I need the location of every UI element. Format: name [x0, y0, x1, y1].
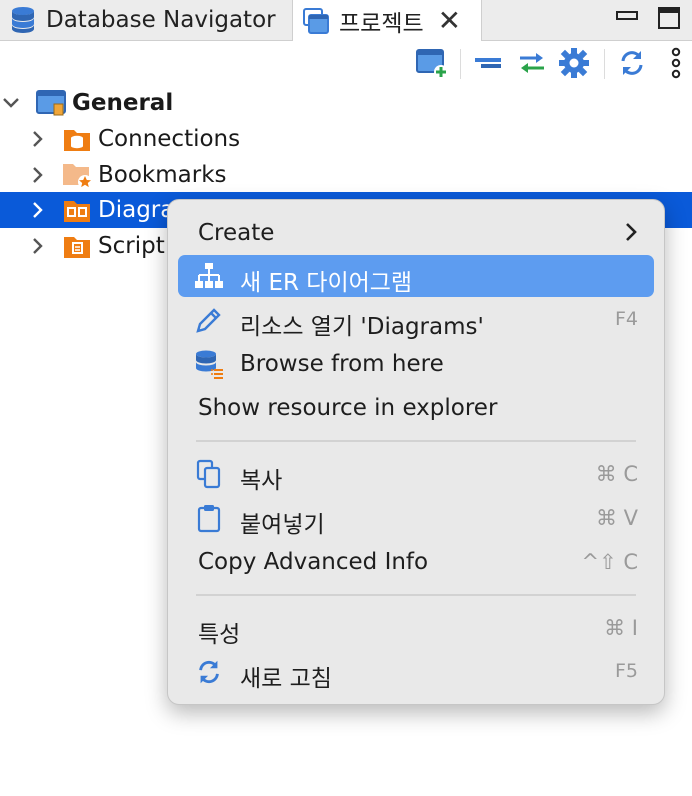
menu-item-shortcut: ^⇧ C — [581, 550, 638, 574]
tree-item-label: Connections — [98, 126, 241, 152]
menu-item-label: 복사 — [240, 468, 283, 494]
connections-folder-icon — [62, 124, 92, 154]
chevron-down-icon[interactable] — [1, 93, 21, 113]
menu-item-open-resource[interactable]: 리소스 열기 'Diagrams' F4 — [178, 299, 654, 341]
tree-item-label: Bookmarks — [98, 162, 227, 188]
project-icon — [36, 88, 66, 118]
menu-item-label: Show resource in explorer — [198, 395, 498, 421]
collapse-all-icon — [475, 58, 501, 68]
more-vertical-icon — [671, 47, 681, 79]
menu-item-label: Copy Advanced Info — [198, 549, 429, 575]
chevron-right-icon[interactable] — [28, 129, 48, 149]
configure-button[interactable] — [556, 45, 592, 81]
menu-item-browse-from-here[interactable]: Browse from here — [178, 343, 654, 385]
chevron-right-icon[interactable] — [28, 236, 48, 256]
menu-item-shortcut: ⌘ I — [604, 616, 638, 640]
refresh-button[interactable] — [614, 45, 650, 81]
menu-item-refresh[interactable]: 새로 고침 F5 — [178, 651, 654, 693]
tab-database-navigator[interactable]: Database Navigator — [0, 0, 290, 40]
refresh-icon — [194, 657, 224, 687]
tree-item-label: Diagra — [98, 197, 175, 223]
menu-item-label: 새로 고침 — [240, 666, 332, 692]
diagrams-folder-icon — [62, 195, 92, 225]
menu-item-shortcut: F5 — [614, 660, 638, 682]
menu-separator — [196, 594, 636, 596]
menu-item-shortcut: ⌘ C — [595, 462, 638, 486]
view-tab-bar: Database Navigator 프로젝트 ✕ — [0, 0, 692, 41]
menu-item-new-er-diagram[interactable]: 새 ER 다이어그램 — [178, 255, 654, 297]
tab-project[interactable]: 프로젝트 ✕ — [292, 0, 482, 41]
tree-item-general[interactable]: General — [0, 85, 692, 121]
copy-icon — [194, 459, 224, 489]
tab-label: 프로젝트 — [339, 10, 424, 37]
collapse-all-button[interactable] — [470, 45, 506, 81]
tree-item-bookmarks[interactable]: Bookmarks — [0, 157, 692, 193]
project-window-icon — [301, 6, 331, 36]
tab-label: Database Navigator — [46, 7, 276, 33]
bookmarks-folder-icon — [62, 160, 92, 190]
menu-item-label: Create — [198, 220, 275, 246]
menu-separator — [196, 440, 636, 442]
link-arrows-icon — [520, 53, 544, 73]
context-menu: Create 새 ER 다이어그램 리소스 열기 'Diagrams' F4 B… — [167, 199, 665, 705]
tree-item-label: General — [72, 90, 174, 116]
chevron-right-icon[interactable] — [28, 165, 48, 185]
database-browse-icon — [194, 349, 224, 379]
toolbar-separator — [460, 49, 461, 79]
scripts-folder-icon — [62, 231, 92, 261]
minimize-button[interactable] — [612, 2, 642, 34]
chevron-right-icon[interactable] — [28, 200, 48, 220]
new-project-button[interactable] — [414, 45, 450, 81]
submenu-arrow-icon — [624, 221, 638, 249]
refresh-icon — [621, 51, 643, 75]
gear-icon — [559, 48, 589, 78]
pencil-icon — [194, 305, 224, 335]
menu-item-shortcut: F4 — [614, 308, 638, 330]
toolbar-separator — [604, 49, 605, 79]
view-toolbar — [0, 41, 692, 87]
close-icon[interactable]: ✕ — [438, 6, 461, 35]
database-icon — [8, 5, 38, 35]
menu-item-create[interactable]: Create — [178, 212, 654, 254]
link-with-editor-button[interactable] — [514, 45, 550, 81]
menu-item-copy[interactable]: 복사 ⌘ C — [178, 453, 654, 495]
menu-item-label: 특성 — [198, 622, 241, 648]
view-menu-button[interactable] — [662, 45, 690, 81]
menu-item-label: Browse from here — [240, 351, 444, 377]
menu-item-show-in-explorer[interactable]: Show resource in explorer — [178, 387, 654, 429]
menu-item-copy-advanced-info[interactable]: Copy Advanced Info ^⇧ C — [178, 541, 654, 583]
menu-item-paste[interactable]: 붙여넣기 ⌘ V — [178, 497, 654, 539]
clipboard-icon — [194, 503, 224, 533]
menu-item-shortcut: ⌘ V — [595, 506, 638, 530]
menu-item-label: 새 ER 다이어그램 — [240, 270, 413, 296]
menu-item-label: 붙여넣기 — [240, 512, 325, 538]
maximize-button[interactable] — [654, 2, 684, 34]
tree-item-label: Script — [98, 233, 165, 259]
menu-item-label: 리소스 열기 'Diagrams' — [240, 314, 484, 340]
tree-item-connections[interactable]: Connections — [0, 121, 692, 157]
menu-item-properties[interactable]: 특성 ⌘ I — [178, 607, 654, 649]
er-diagram-icon — [194, 261, 224, 291]
new-window-icon — [416, 49, 448, 79]
